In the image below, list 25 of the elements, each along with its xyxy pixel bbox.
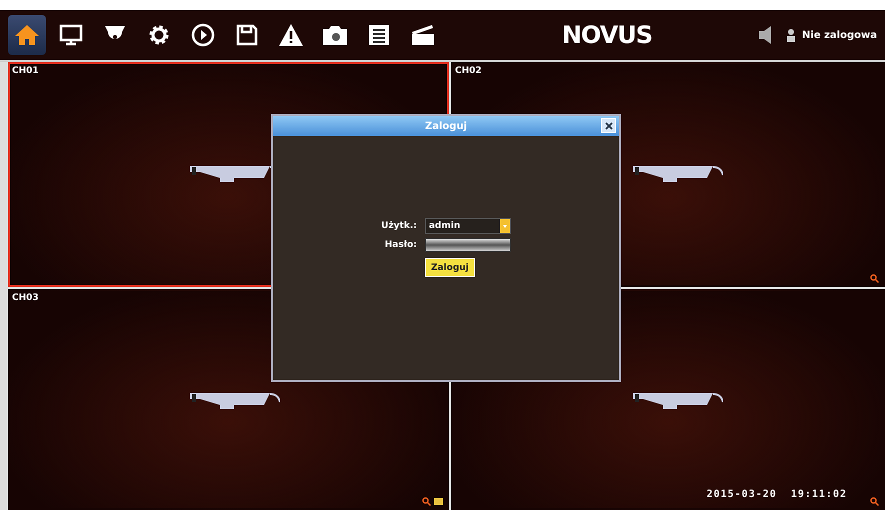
channel-label: CH03 <box>12 293 39 303</box>
camera-icon <box>322 24 348 46</box>
login-button[interactable]: Zaloguj <box>424 258 475 277</box>
channel-label: CH02 <box>455 66 482 76</box>
home-icon <box>14 23 40 47</box>
login-status: Nie zalogowa <box>802 30 877 40</box>
user-dropdown[interactable]: admin <box>424 218 511 234</box>
channel-label: CH01 <box>12 66 39 76</box>
gear-icon <box>147 23 171 47</box>
monitor-icon <box>59 23 83 47</box>
user-label: Użytk.: <box>381 221 417 231</box>
list-icon <box>367 23 391 47</box>
user-icon <box>786 28 796 42</box>
timestamp: 2015-03-20 19:11:02 <box>706 489 847 500</box>
password-field[interactable] <box>424 238 511 252</box>
close-icon <box>604 122 612 130</box>
logo: NOVUS <box>562 21 652 49</box>
floppy-icon <box>235 23 259 47</box>
password-label: Hasło: <box>384 240 417 250</box>
clapper-icon <box>410 23 436 47</box>
home-button[interactable] <box>8 15 46 55</box>
close-button[interactable] <box>601 118 616 133</box>
warning-icon <box>278 23 304 47</box>
speaker-icon <box>758 26 772 44</box>
play-icon <box>191 23 215 47</box>
